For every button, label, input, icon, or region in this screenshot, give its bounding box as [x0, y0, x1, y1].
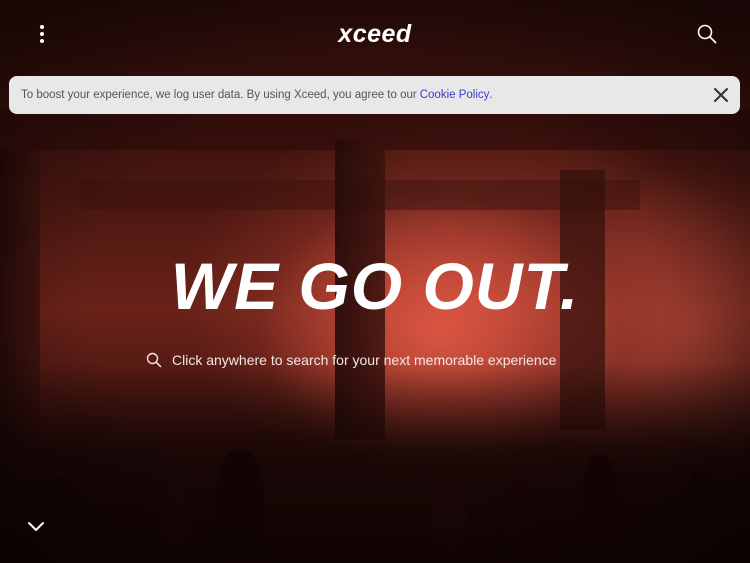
- cookie-policy-link[interactable]: Cookie Policy: [420, 89, 490, 101]
- header-search-button[interactable]: [696, 23, 718, 45]
- hero-search-prompt[interactable]: Click anywhere to search for your next m…: [146, 349, 556, 371]
- hero-headline: WE GO OUT.: [170, 249, 580, 323]
- brand-logo[interactable]: xceed: [0, 20, 750, 49]
- search-icon: [146, 352, 162, 368]
- scroll-down-button[interactable]: [26, 518, 46, 534]
- cookie-banner-period: .: [489, 89, 493, 101]
- close-icon: [714, 88, 728, 102]
- cookie-close-button[interactable]: [712, 86, 730, 104]
- cookie-banner-text: To boost your experience, we log user da…: [21, 89, 417, 101]
- chevron-down-icon: [28, 522, 44, 531]
- hero-search-label: Click anywhere to search for your next m…: [172, 352, 557, 368]
- cookie-banner: To boost your experience, we log user da…: [9, 76, 740, 114]
- search-icon: [697, 24, 717, 44]
